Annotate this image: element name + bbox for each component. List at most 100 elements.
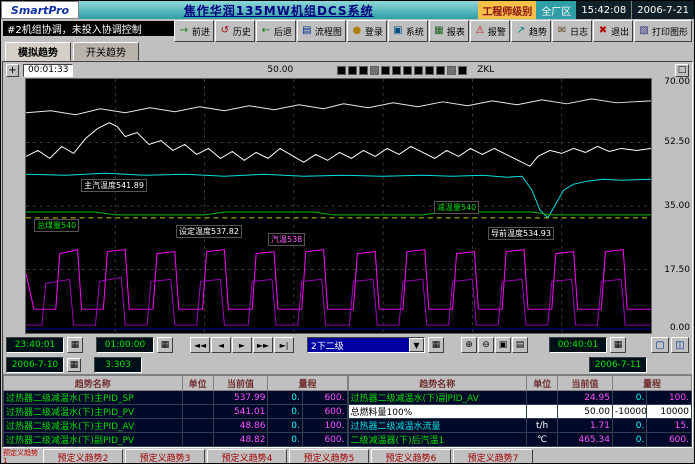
- toolbar-button-back[interactable]: ← 后退: [256, 20, 296, 42]
- save-icon[interactable]: ▣: [495, 337, 511, 353]
- open-trend-icon[interactable]: ◫: [671, 337, 689, 353]
- fast-forward-button[interactable]: ►►: [253, 337, 273, 353]
- current-trend-label: 预定义趋势1: [1, 449, 43, 464]
- alarm-icon: ⚠: [474, 25, 486, 37]
- expand-button[interactable]: +: [6, 64, 19, 77]
- status-message: #2机组协调，未投入协调控制: [3, 21, 174, 36]
- bottom-tab-predefined-4[interactable]: 预定义趋势4: [207, 449, 287, 464]
- tab-analog-trend[interactable]: 模拟趋势: [5, 42, 71, 61]
- trend-plot[interactable]: 主汽温度541.89 总煤量540 设定温度537.82 汽温538 减温量54…: [25, 78, 652, 334]
- legend-color-swatch[interactable]: [436, 66, 445, 75]
- chart-value-tag: 设定温度537.82: [176, 225, 242, 238]
- zoom-in-icon[interactable]: ⊕: [461, 337, 477, 353]
- table-row[interactable]: 过热器二级减温水(下)副PID_PV 48.82 0. 600.: [4, 433, 348, 447]
- login-icon: ●: [351, 25, 363, 37]
- report-icon: ▦: [433, 25, 445, 37]
- legend-color-swatch[interactable]: [337, 66, 346, 75]
- bottom-tab-predefined-5[interactable]: 预定义趋势5: [289, 449, 369, 464]
- step-back-button[interactable]: ◄: [211, 337, 231, 353]
- table-header-row: 趋势名称 单位 当前值 量程: [348, 376, 692, 391]
- rewind-button[interactable]: ◄◄: [190, 337, 210, 353]
- bottom-tab-predefined-3[interactable]: 预定义趋势3: [125, 449, 205, 464]
- new-trend-icon[interactable]: ▢: [651, 337, 669, 353]
- chart-value-tag: 主汽温度541.89: [81, 179, 147, 192]
- play-button[interactable]: ►: [232, 337, 252, 353]
- print-chart-icon[interactable]: ▤: [512, 337, 528, 353]
- go-to-end-button[interactable]: ►|: [274, 337, 294, 353]
- start-time-field[interactable]: 23:40:01: [6, 337, 64, 353]
- table-row-selected[interactable]: 总燃料量100% 50.00 -10000 10000: [348, 405, 692, 419]
- file-buttons: ▢ ◫: [651, 337, 689, 353]
- toolbar-button-trend[interactable]: ↗ 趋势: [511, 20, 551, 42]
- zoom-out-icon[interactable]: ⊖: [478, 337, 494, 353]
- legend-color-swatch[interactable]: [392, 66, 401, 75]
- legend-color-swatch[interactable]: [447, 66, 456, 75]
- y-axis: 70.00 52.50 35.00 17.50 0.00: [652, 78, 692, 334]
- chart-options-button[interactable]: □: [675, 64, 689, 77]
- legend-color-swatch[interactable]: [381, 66, 390, 75]
- table-row[interactable]: 过热器二级减温水流量 t/h 1.71 0. 15.: [348, 419, 692, 433]
- toolbar-button-print[interactable]: ▧ 打印图形: [634, 20, 692, 42]
- table-row[interactable]: 过热器二级减温水(下)副PID_AV 24.95 0. 100.: [348, 391, 692, 405]
- toolbar-button-exit[interactable]: ✖ 退出: [593, 20, 633, 42]
- toolbar-button-forward[interactable]: → 前进: [174, 20, 214, 42]
- bottom-tab-predefined-7[interactable]: 预定义趋势7: [453, 449, 533, 464]
- tab-digital-trend[interactable]: 开关趋势: [73, 42, 139, 61]
- zoom-controls: ⊕ ⊖ ▣ ▤: [461, 337, 528, 353]
- toolbar-button-login[interactable]: ● 登录: [347, 20, 387, 42]
- legend-color-swatch[interactable]: [425, 66, 434, 75]
- duration-field[interactable]: 01:00:00: [96, 337, 154, 353]
- history-icon: ↺: [219, 25, 231, 37]
- trend-icon: ↗: [515, 25, 527, 37]
- table-row[interactable]: 二级减温器(下)后汽温1 ℃ 465.34 0. 600.: [348, 433, 692, 447]
- user-level-badge: 工程师级别: [478, 1, 536, 19]
- toolbar-button-report[interactable]: ▦ 报表: [429, 20, 469, 42]
- dcs-window: SmartPro 焦作华润135MW机组DCS系统 工程师级别 全厂区 15:4…: [0, 0, 695, 464]
- forward-icon: →: [178, 25, 190, 37]
- legend-color-swatch[interactable]: [458, 66, 467, 75]
- system-icon: ▣: [392, 25, 404, 37]
- log-icon: ✉: [556, 25, 568, 37]
- table-row[interactable]: 过热器二级减温水(下)主PID_AV 48.86 0. 100.: [4, 419, 348, 433]
- toolbar-button-alarm[interactable]: ⚠ 报警: [470, 20, 510, 42]
- toolbar-button-history[interactable]: ↺ 历史: [215, 20, 255, 42]
- bottom-tab-predefined-6[interactable]: 预定义趋势6: [371, 449, 451, 464]
- start-date-picker-icon[interactable]: ▦: [67, 358, 81, 372]
- table-row[interactable]: 过热器二级减温水(下)主PID_PV 541.01 0. 600.: [4, 405, 348, 419]
- trend-table-right: 趋势名称 单位 当前值 量程 过热器二级减温水(下)副PID_AV 24.95 …: [348, 375, 693, 447]
- trend-table-left: 趋势名称 单位 当前值 量程 过热器二级减温水(下)主PID_SP 537.99…: [3, 375, 348, 447]
- chart-value-tag: 减温量540: [434, 201, 479, 214]
- grid-toggle-icon[interactable]: ▦: [428, 337, 444, 353]
- flowchart-icon: ▤: [301, 25, 313, 37]
- end-time-picker-icon[interactable]: ▦: [610, 337, 626, 353]
- page-title: 焦作华润135MW机组DCS系统: [184, 2, 374, 19]
- trend-data-tables: 趋势名称 单位 当前值 量程 过热器二级减温水(下)主PID_SP 537.99…: [3, 374, 692, 447]
- bottom-tab-predefined-2[interactable]: 预定义趋势2: [43, 449, 123, 464]
- legend-color-swatch[interactable]: [370, 66, 379, 75]
- legend-color-swatch[interactable]: [414, 66, 423, 75]
- y-axis-label: 35.00: [664, 201, 690, 211]
- toolbar-button-flowchart[interactable]: ▤ 流程图: [297, 20, 346, 42]
- end-date-group: 2006-7-11: [589, 357, 647, 373]
- toolbar-button-system[interactable]: ▣ 系统: [388, 20, 428, 42]
- duration-picker-icon[interactable]: ▦: [157, 337, 173, 353]
- table-row[interactable]: 过热器二级减温水(下)主PID_SP 537.99 0. 600.: [4, 391, 348, 405]
- start-date-field[interactable]: 2006-7-10: [6, 357, 64, 373]
- start-time-picker-icon[interactable]: ▦: [67, 337, 83, 353]
- y-axis-label: 0.00: [670, 323, 690, 333]
- legend-color-swatch[interactable]: [359, 66, 368, 75]
- legend-color-swatch[interactable]: [348, 66, 357, 75]
- legend-color-swatch[interactable]: [403, 66, 412, 75]
- area-label: 全厂区: [536, 1, 576, 19]
- combo-dropdown-icon[interactable]: ▼: [409, 338, 424, 352]
- toolbar-button-log[interactable]: ✉ 日志: [552, 20, 592, 42]
- trend-group-combo[interactable]: 2下二级 ▼: [307, 337, 425, 353]
- elapsed-time: 00:01:33: [23, 64, 73, 77]
- cursor-value-field: 3.303: [94, 357, 142, 373]
- end-date-field[interactable]: 2006-7-11: [589, 357, 647, 373]
- toolbar: → 前进 ↺ 历史 ← 后退 ▤ 流程图 ● 登录 ▣ 系统: [174, 20, 692, 42]
- chart-center-value: 50.00: [267, 65, 293, 75]
- end-time-field[interactable]: 00:40:01: [549, 337, 607, 353]
- trend-lines-svg: [26, 79, 651, 333]
- chart-value-tag: 汽温538: [268, 233, 305, 246]
